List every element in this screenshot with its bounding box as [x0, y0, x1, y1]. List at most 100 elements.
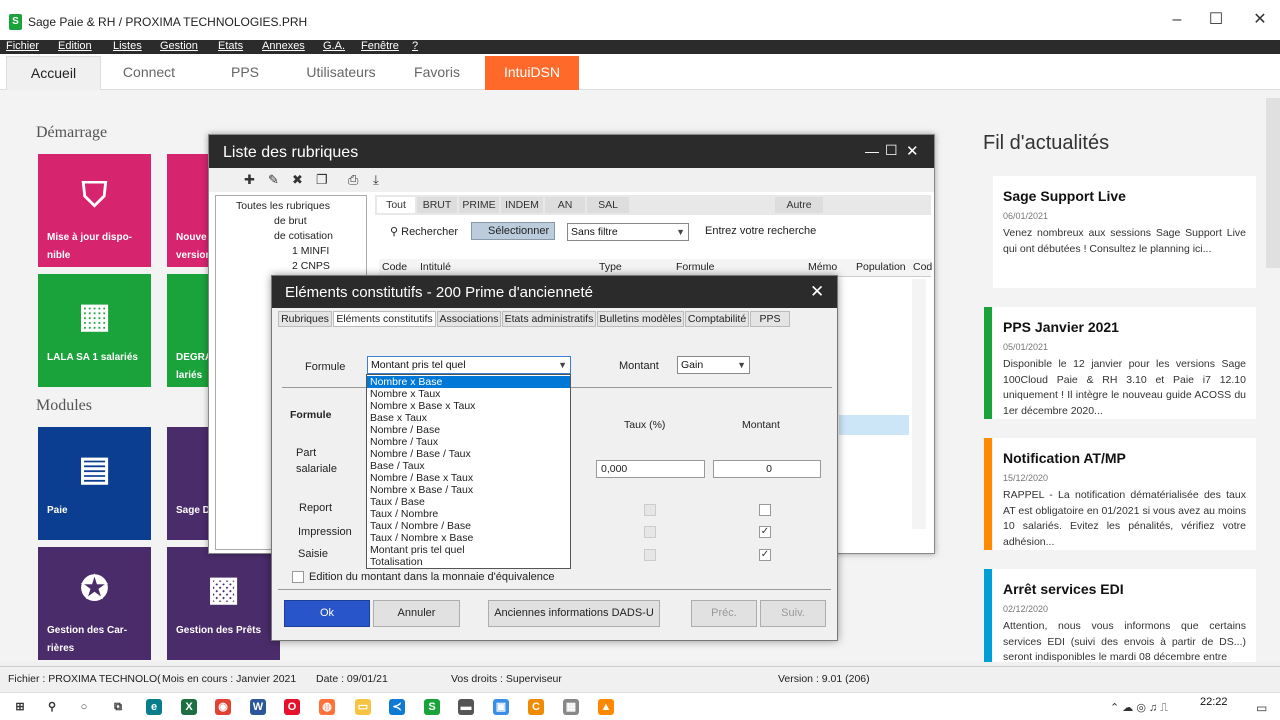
tray-icons[interactable]: ⌃ ☁ ◎ ♫ ⎍ [1110, 701, 1168, 715]
edge-icon[interactable]: e [146, 699, 162, 715]
copy-icon[interactable]: ❐ [316, 172, 328, 188]
cat-tab[interactable]: BRUT [417, 197, 457, 213]
delete-icon[interactable]: ✖ [292, 172, 303, 188]
minimize-button[interactable]: – [1167, 10, 1187, 30]
tree-item[interactable]: Toutes les rubriques [236, 200, 330, 212]
close-icon[interactable]: ✕ [810, 282, 824, 302]
tile-gestion-carrieres[interactable]: ✪ Gestion des Car-rières [38, 547, 151, 660]
col-code[interactable]: Code [382, 261, 407, 273]
task-view-icon[interactable]: ⧉ [110, 699, 126, 715]
dropdown-option[interactable]: Base / Taux [367, 460, 570, 472]
minimize-icon[interactable]: — [865, 143, 879, 159]
next-button[interactable]: Suiv. [760, 600, 826, 627]
dropdown-option[interactable]: Taux / Base [367, 496, 570, 508]
firefox-icon[interactable]: ◍ [319, 699, 335, 715]
menu-fenetre[interactable]: Fenêtre [361, 40, 399, 53]
col-code2[interactable]: Cod [913, 261, 932, 273]
vscode-icon[interactable]: ≺ [389, 699, 405, 715]
tab-connect[interactable]: Connect [105, 56, 193, 90]
col-population[interactable]: Population [856, 261, 906, 273]
tile-lala-sa[interactable]: ▦ LALA SA 1 salariés [38, 274, 151, 387]
edition-checkbox[interactable] [292, 571, 304, 583]
maximize-icon[interactable]: ☐ [885, 142, 898, 159]
tab-elements[interactable]: Eléments constitutifs [333, 311, 436, 327]
tab-favoris[interactable]: Favoris [402, 56, 472, 90]
search-button[interactable]: ⚲ Rechercher [390, 225, 458, 238]
tree-item[interactable]: de brut [274, 215, 307, 227]
menu-annexes[interactable]: Annexes [262, 40, 305, 53]
tile-paie[interactable]: ▤ Paie [38, 427, 151, 540]
tab-associations[interactable]: Associations [437, 311, 501, 327]
sage-icon[interactable]: S [424, 699, 440, 715]
cat-tab[interactable]: INDEM [501, 197, 543, 213]
dropdown-option[interactable]: Nombre / Base [367, 424, 570, 436]
taux-input[interactable]: 0,000 [596, 460, 705, 478]
tree-item[interactable]: 2 CNPS [292, 260, 330, 272]
tab-accueil[interactable]: Accueil [6, 56, 101, 90]
col-memo[interactable]: Mémo [808, 261, 837, 273]
tree-item[interactable]: de cotisation [274, 230, 333, 242]
dropdown-option[interactable]: Nombre / Taux [367, 436, 570, 448]
close-button[interactable]: ✕ [1250, 10, 1270, 30]
app3-icon[interactable]: ▦ [563, 699, 579, 715]
dropdown-option[interactable]: Taux / Nombre / Base [367, 520, 570, 532]
prev-button[interactable]: Préc. [691, 600, 757, 627]
dropdown-option[interactable]: Base x Taux [367, 412, 570, 424]
news-card[interactable]: PPS Janvier 2021 05/01/2021 Disponible l… [984, 307, 1256, 419]
windows-start-icon[interactable]: ⊞ [12, 699, 28, 715]
vlc-icon[interactable]: ▲ [598, 699, 614, 715]
export-icon[interactable]: ⤓ [373, 172, 379, 188]
dropdown-option[interactable]: Nombre x Base x Taux [367, 400, 570, 412]
report-taux-checkbox[interactable] [644, 504, 656, 516]
tile-sage-d[interactable]: Sage D [167, 427, 209, 540]
report-montant-checkbox[interactable] [759, 504, 771, 516]
montant-input[interactable]: 0 [713, 460, 821, 478]
terminal-icon[interactable]: ▬ [458, 699, 474, 715]
cat-tab[interactable]: SAL [587, 197, 629, 213]
select-button[interactable]: Sélectionner [471, 222, 555, 240]
app-icon[interactable]: ▣ [493, 699, 509, 715]
ok-button[interactable]: Ok [284, 600, 370, 627]
annuler-button[interactable]: Annuler [373, 600, 460, 627]
cat-tab[interactable]: Tout [377, 197, 415, 213]
menu-etats[interactable]: Etats [218, 40, 243, 53]
add-icon[interactable]: ✚ [244, 172, 255, 188]
search-entry-hint[interactable]: Entrez votre recherche [705, 225, 816, 237]
dropdown-option[interactable]: Nombre x Base [367, 376, 570, 388]
tab-pps[interactable]: PPS [750, 311, 790, 327]
saisie-montant-checkbox[interactable]: ✓ [759, 549, 771, 561]
dropdown-option[interactable]: Taux / Nombre [367, 508, 570, 520]
tab-bulletins[interactable]: Bulletins modèles [597, 311, 684, 327]
menu-help[interactable]: ? [412, 40, 418, 53]
selected-row[interactable] [839, 415, 909, 435]
menu-gestion[interactable]: Gestion [160, 40, 198, 53]
dropdown-option[interactable]: Nombre / Base x Taux [367, 472, 570, 484]
tab-comptabilite[interactable]: Comptabilité [685, 311, 749, 327]
folder-icon[interactable]: ▭ [355, 699, 371, 715]
news-card[interactable]: Notification AT/MP 15/12/2020 RAPPEL - L… [984, 438, 1256, 550]
filter-select[interactable]: Sans filtre ▼ [567, 223, 689, 241]
col-type[interactable]: Type [599, 261, 622, 273]
close-icon[interactable]: ✕ [906, 142, 919, 160]
dropdown-option[interactable]: Nombre x Base / Taux [367, 484, 570, 496]
maximize-button[interactable]: ☐ [1206, 10, 1226, 30]
cat-tab[interactable]: Autre [775, 197, 823, 213]
app2-icon[interactable]: C [528, 699, 544, 715]
cat-tab[interactable]: AN [545, 197, 585, 213]
tile-gestion-prets[interactable]: ▩ Gestion des Prêts [167, 547, 280, 660]
saisie-taux-checkbox[interactable] [644, 549, 656, 561]
col-formule[interactable]: Formule [676, 261, 715, 273]
tab-utilisateurs[interactable]: Utilisateurs [296, 56, 386, 90]
cortana-icon[interactable]: ○ [76, 699, 92, 715]
montant-select[interactable]: Gain ▼ [677, 356, 750, 374]
menu-ga[interactable]: G.A. [323, 40, 345, 53]
impression-montant-checkbox[interactable]: ✓ [759, 526, 771, 538]
dropdown-option[interactable]: Totalisation [367, 556, 570, 568]
excel-icon[interactable]: X [181, 699, 197, 715]
notification-icon[interactable]: ▭ [1256, 701, 1267, 715]
formule-select[interactable]: Montant pris tel quel ▼ [367, 356, 571, 374]
tab-intuidsn[interactable]: IntuiDSN [485, 56, 579, 90]
tile-degra[interactable]: DEGRA lariés [167, 274, 209, 387]
tab-etats[interactable]: Etats administratifs [502, 311, 596, 327]
tree-item[interactable]: 1 MINFI [292, 245, 329, 257]
